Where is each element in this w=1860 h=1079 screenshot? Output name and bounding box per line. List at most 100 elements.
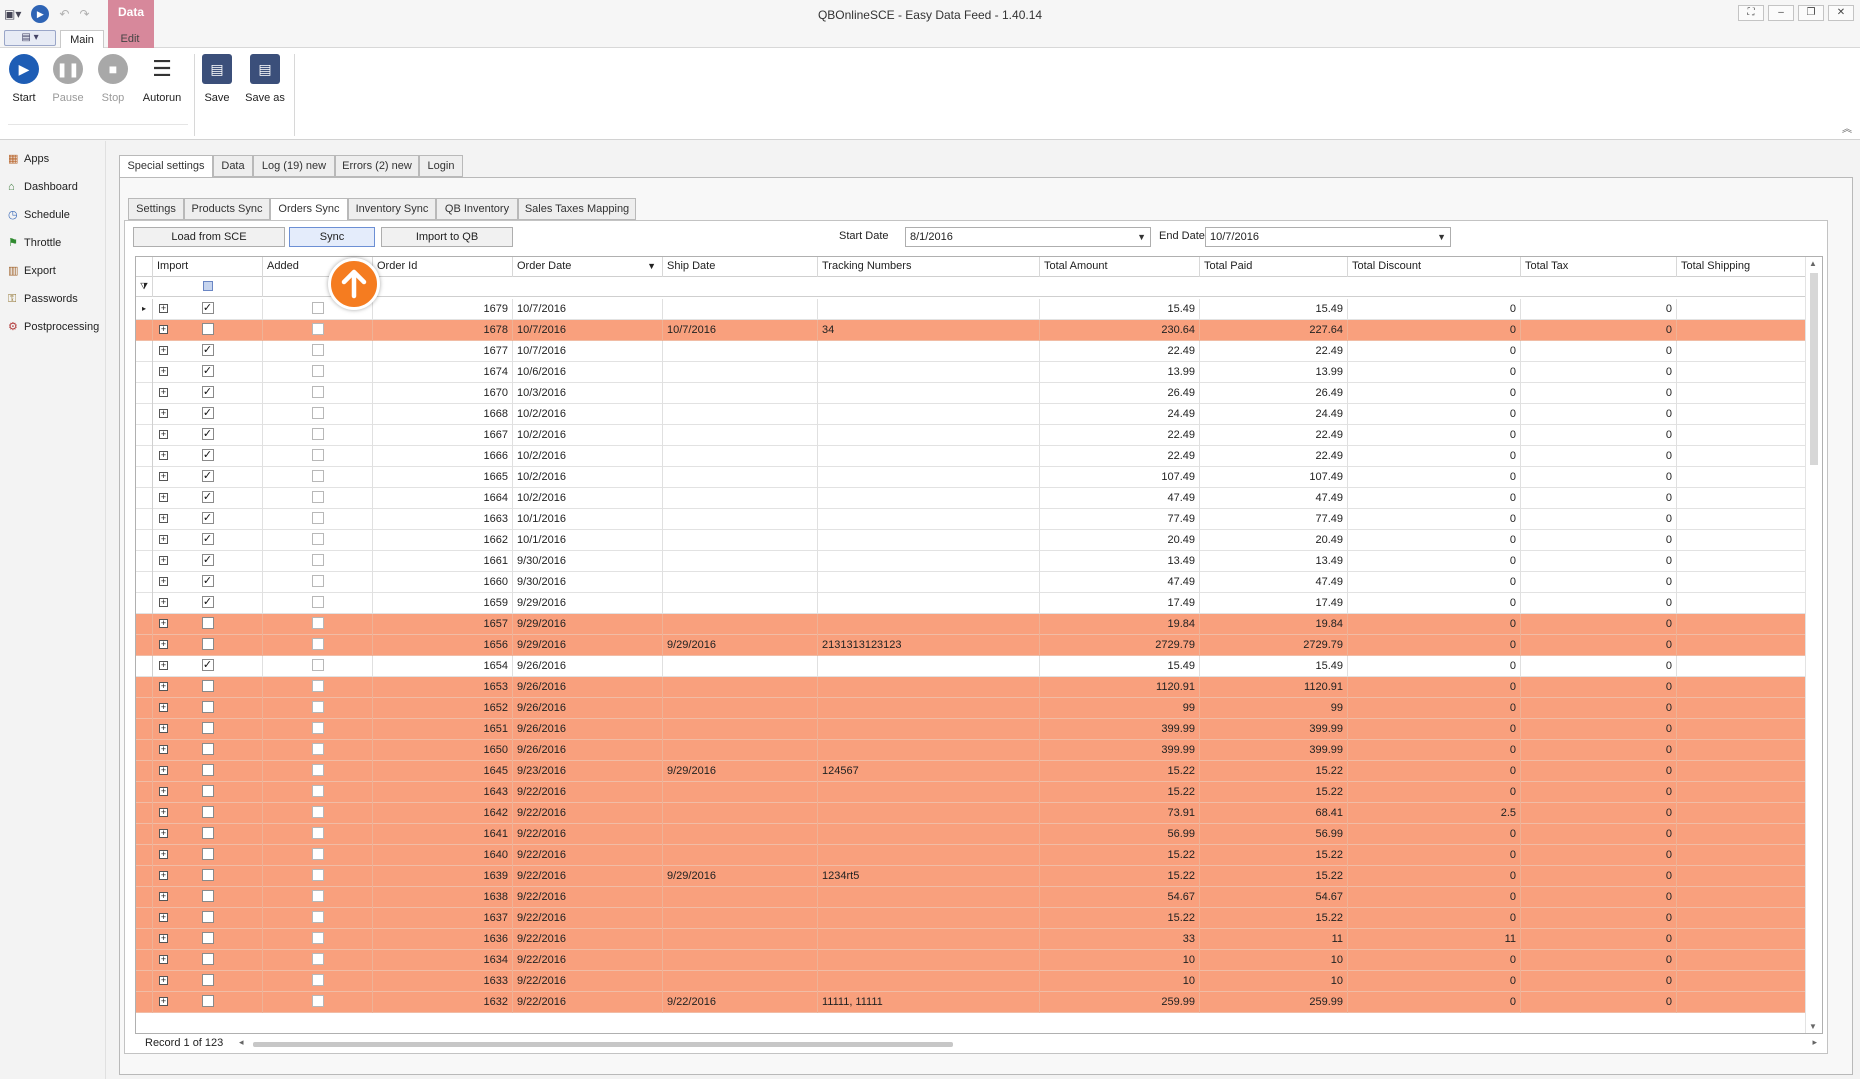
import-checkbox[interactable]: ✓ — [201, 407, 214, 419]
expand-row-icon[interactable]: + — [159, 367, 168, 376]
import-checkbox[interactable]: ✓ — [201, 344, 214, 356]
added-checkbox[interactable] — [311, 428, 324, 440]
table-row[interactable]: + ✓ 1674 10/6/2016 13.99 13.99 0 0 — [136, 362, 1806, 383]
table-row[interactable]: + ✓ 1660 9/30/2016 47.49 47.49 0 0 — [136, 572, 1806, 593]
added-checkbox[interactable] — [311, 659, 324, 671]
added-checkbox[interactable] — [311, 470, 324, 482]
added-checkbox[interactable] — [311, 365, 324, 377]
expand-row-icon[interactable]: + — [159, 829, 168, 838]
import-checkbox[interactable] — [201, 827, 214, 839]
import-checkbox[interactable]: ✓ — [201, 470, 214, 482]
expand-row-icon[interactable]: + — [159, 871, 168, 880]
expand-row-icon[interactable]: + — [159, 850, 168, 859]
sidebar-item-schedule[interactable]: ◷ Schedule — [8, 205, 70, 225]
import-checkbox[interactable]: ✓ — [201, 533, 214, 545]
header-order-date[interactable]: Order Date ▼ — [513, 257, 663, 277]
import-checkbox[interactable]: ✓ — [201, 428, 214, 440]
table-row[interactable]: +1633 9/22/2016 10 10 0 0 — [136, 971, 1806, 992]
import-checkbox[interactable] — [201, 785, 214, 797]
expand-row-icon[interactable]: + — [159, 934, 168, 943]
expand-row-icon[interactable]: + — [159, 787, 168, 796]
added-checkbox[interactable] — [311, 407, 324, 419]
sidebar-item-dashboard[interactable]: ⌂ Dashboard — [8, 177, 78, 197]
tab-settings[interactable]: Settings — [128, 198, 184, 220]
filter-row[interactable]: ⧩ — [136, 277, 1806, 297]
table-row[interactable]: +1637 9/22/2016 15.22 15.22 0 0 — [136, 908, 1806, 929]
added-checkbox[interactable] — [311, 911, 324, 923]
table-row[interactable]: +1653 9/26/2016 1120.91 1120.91 0 0 — [136, 677, 1806, 698]
table-row[interactable]: +1651 9/26/2016 399.99 399.99 0 0 — [136, 719, 1806, 740]
sidebar-item-postprocessing[interactable]: ⚙ Postprocessing — [8, 317, 99, 337]
expand-row-icon[interactable]: + — [159, 976, 168, 985]
import-checkbox[interactable] — [201, 890, 214, 902]
added-checkbox[interactable] — [311, 617, 324, 629]
start-date-picker[interactable]: 8/1/2016 ▼ — [905, 227, 1151, 247]
import-checkbox[interactable] — [201, 701, 214, 713]
import-checkbox[interactable] — [201, 911, 214, 923]
table-row[interactable]: + ✓ 1666 10/2/2016 22.49 22.49 0 0 — [136, 446, 1806, 467]
added-checkbox[interactable] — [311, 890, 324, 902]
added-checkbox[interactable] — [311, 932, 324, 944]
expand-row-icon[interactable]: + — [159, 661, 168, 670]
added-checkbox[interactable] — [311, 323, 324, 335]
import-checkbox[interactable] — [201, 323, 214, 335]
fullscreen-icon[interactable]: ⛶ — [1738, 5, 1764, 21]
import-checkbox[interactable] — [201, 764, 214, 776]
tab-qb-inventory[interactable]: QB Inventory — [436, 198, 518, 220]
added-checkbox[interactable] — [311, 533, 324, 545]
added-checkbox[interactable] — [311, 554, 324, 566]
vertical-scroll-thumb[interactable] — [1810, 273, 1818, 465]
tab-data[interactable]: Data — [213, 155, 253, 177]
expand-row-icon[interactable]: + — [159, 451, 168, 460]
added-checkbox[interactable] — [311, 827, 324, 839]
table-row[interactable]: + ✓ 1661 9/30/2016 13.49 13.49 0 0 — [136, 551, 1806, 572]
table-row[interactable]: +1632 9/22/2016 9/22/2016 11111, 11111 259.9… — [136, 992, 1806, 1013]
tab-errors[interactable]: Errors (2) new — [335, 155, 419, 177]
expand-row-icon[interactable]: + — [159, 388, 168, 397]
added-checkbox[interactable] — [311, 743, 324, 755]
table-row[interactable]: +1638 9/22/2016 54.67 54.67 0 0 — [136, 887, 1806, 908]
table-row[interactable]: +1636 9/22/2016 33 11 11 0 — [136, 929, 1806, 950]
table-row[interactable]: +1641 9/22/2016 56.99 56.99 0 0 — [136, 824, 1806, 845]
import-checkbox[interactable] — [201, 974, 214, 986]
table-row[interactable]: +1634 9/22/2016 10 10 0 0 — [136, 950, 1806, 971]
sidebar-item-passwords[interactable]: ⚿ Passwords — [8, 289, 78, 309]
tab-login[interactable]: Login — [419, 155, 463, 177]
table-row[interactable]: + ✓ 1667 10/2/2016 22.49 22.49 0 0 — [136, 425, 1806, 446]
sidebar-item-throttle[interactable]: ⚑ Throttle — [8, 233, 61, 253]
filter-icon[interactable]: ⧩ — [136, 277, 153, 297]
header-total-discount[interactable]: Total Discount — [1348, 257, 1521, 277]
tab-special-settings[interactable]: Special settings — [119, 155, 213, 178]
sidebar-item-apps[interactable]: ▦ Apps — [8, 149, 49, 169]
header-total-paid[interactable]: Total Paid — [1200, 257, 1348, 277]
import-checkbox[interactable]: ✓ — [201, 659, 214, 671]
autorun-button[interactable]: ☰ Autorun — [138, 54, 186, 104]
scroll-right-icon[interactable]: ▸ — [1812, 1037, 1817, 1048]
close-icon[interactable]: ✕ — [1828, 5, 1854, 21]
added-checkbox[interactable] — [311, 302, 324, 314]
import-checkbox[interactable]: ✓ — [201, 449, 214, 461]
start-button[interactable]: ▶ Start — [0, 54, 48, 104]
import-checkbox[interactable] — [201, 806, 214, 818]
table-row[interactable]: + ✓ 1664 10/2/2016 47.49 47.49 0 0 — [136, 488, 1806, 509]
scroll-left-icon[interactable]: ◂ — [239, 1037, 244, 1048]
added-checkbox[interactable] — [311, 701, 324, 713]
table-row[interactable]: + ✓ 1662 10/1/2016 20.49 20.49 0 0 — [136, 530, 1806, 551]
tab-inventory-sync[interactable]: Inventory Sync — [348, 198, 436, 220]
import-checkbox[interactable]: ✓ — [201, 365, 214, 377]
tab-products-sync[interactable]: Products Sync — [184, 198, 270, 220]
expand-row-icon[interactable]: + — [159, 556, 168, 565]
expand-row-icon[interactable]: + — [159, 892, 168, 901]
added-checkbox[interactable] — [311, 386, 324, 398]
expand-row-icon[interactable]: + — [159, 997, 168, 1006]
minimize-icon[interactable]: – — [1768, 5, 1794, 21]
added-checkbox[interactable] — [311, 722, 324, 734]
table-row[interactable]: + ✓ 1663 10/1/2016 77.49 77.49 0 0 — [136, 509, 1806, 530]
horizontal-scrollbar[interactable]: ◂ ▸ — [239, 1037, 1817, 1049]
table-row[interactable]: + ✓ 1654 9/26/2016 15.49 15.49 0 0 — [136, 656, 1806, 677]
table-row[interactable]: +1643 9/22/2016 15.22 15.22 0 0 — [136, 782, 1806, 803]
header-total-shipping[interactable]: Total Shipping — [1677, 257, 1806, 277]
import-checkbox[interactable] — [201, 869, 214, 881]
import-checkbox[interactable] — [201, 680, 214, 692]
import-checkbox[interactable] — [201, 995, 214, 1007]
